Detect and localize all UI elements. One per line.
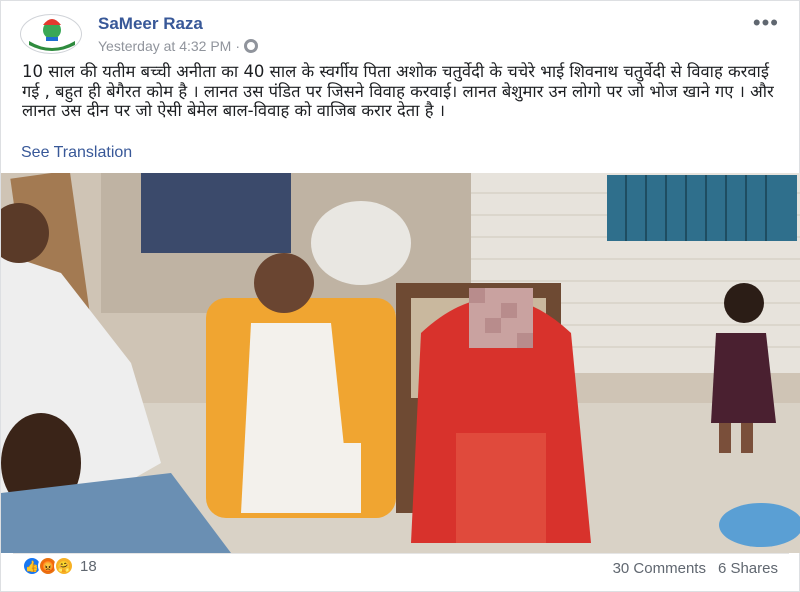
reactions-summary[interactable]: 👍 😡 🤗 18: [22, 556, 97, 576]
globe-icon: [244, 39, 259, 53]
avatar-logo-icon: [24, 17, 80, 53]
post-meta: Yesterday at 4:32 PM ·: [98, 38, 259, 54]
see-translation-link[interactable]: See Translation: [21, 144, 132, 162]
post-photo[interactable]: [1, 173, 800, 553]
comments-count-link[interactable]: 30 Comments: [613, 560, 706, 577]
post-timestamp[interactable]: Yesterday at 4:32 PM: [98, 38, 231, 54]
author-avatar[interactable]: [20, 14, 82, 54]
shares-count-link[interactable]: 6 Shares: [718, 560, 778, 577]
meta-separator: ·: [235, 38, 241, 54]
engagement-stats: 30 Comments 6 Shares: [613, 560, 778, 577]
reaction-count[interactable]: 18: [80, 558, 97, 575]
photo-illustration: [1, 173, 800, 553]
author-name[interactable]: SaMeer Raza: [98, 14, 203, 34]
post-text: 10 साल की यतीम बच्ची अनीता का 40 साल के …: [22, 62, 774, 120]
more-options-icon[interactable]: •••: [753, 10, 779, 36]
facebook-post: SaMeer Raza Yesterday at 4:32 PM · ••• 1…: [0, 0, 800, 592]
footer-divider: [13, 553, 789, 554]
care-reaction-icon: 🤗: [54, 556, 74, 576]
